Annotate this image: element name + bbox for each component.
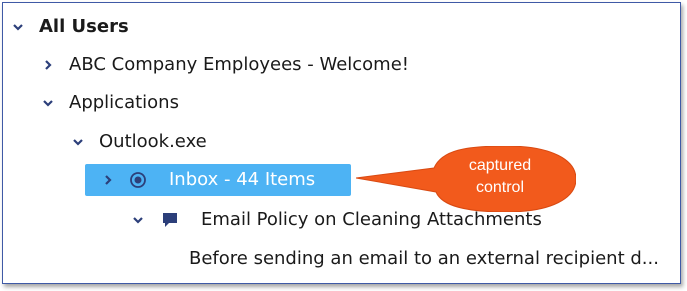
tree-node-inbox[interactable]: Inbox - 44 Items	[101, 165, 315, 195]
tree-node-label: Before sending an email to an external r…	[189, 248, 659, 269]
chevron-right-icon[interactable]	[41, 58, 55, 72]
chevron-down-icon[interactable]	[41, 96, 55, 110]
tree-panel: All Users ABC Company Employees - Welcom…	[2, 2, 681, 284]
callout-line-1: captured	[468, 157, 532, 174]
tree-node-all-users[interactable]: All Users	[11, 12, 129, 42]
tree-node-label: Applications	[69, 92, 179, 113]
radio-dot-icon	[129, 171, 147, 189]
chevron-down-icon[interactable]	[71, 135, 85, 149]
chevron-right-icon[interactable]	[101, 173, 115, 187]
tree-node-label: ABC Company Employees - Welcome!	[69, 54, 410, 75]
chevron-down-icon[interactable]	[131, 213, 145, 227]
callout-line-2: control	[475, 179, 525, 196]
tree-node-message-preview[interactable]: Before sending an email to an external r…	[189, 244, 659, 274]
tree-node-applications[interactable]: Applications	[41, 88, 179, 118]
tree-node-label: Inbox - 44 Items	[169, 169, 316, 190]
tree-node-label: Email Policy on Cleaning Attachments	[201, 209, 542, 230]
tree-node-abc-company[interactable]: ABC Company Employees - Welcome!	[41, 50, 409, 80]
callout-label: captured control	[430, 155, 570, 199]
tree-node-label: Outlook.exe	[99, 131, 207, 152]
tree-node-outlook[interactable]: Outlook.exe	[71, 127, 207, 157]
chevron-down-icon[interactable]	[11, 20, 25, 34]
speech-bubble-icon	[161, 211, 179, 229]
tree-node-label: All Users	[39, 16, 129, 37]
